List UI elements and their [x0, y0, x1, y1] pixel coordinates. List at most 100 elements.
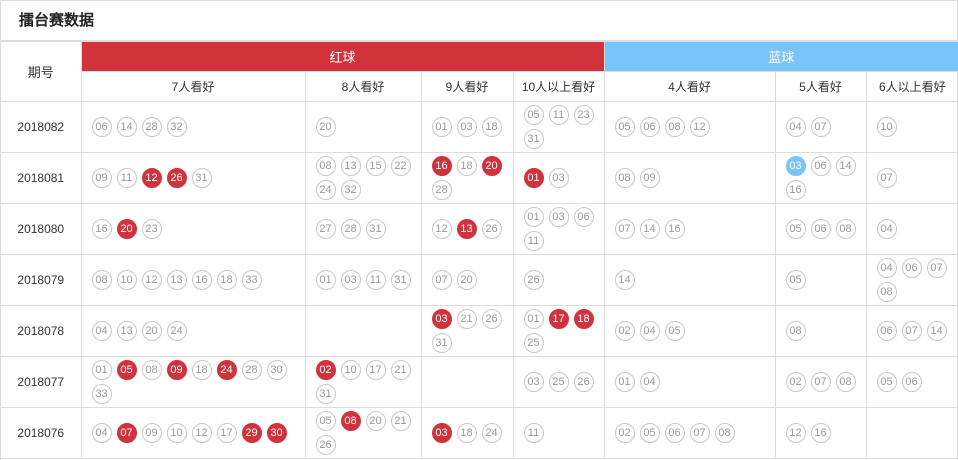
- red-ball: 04: [91, 423, 112, 443]
- blue-ball-cell: 02 04 05: [603, 305, 776, 357]
- red-ball: 12: [191, 423, 212, 443]
- red-ball-hit: 09: [166, 360, 187, 380]
- red-ball-hit: 16: [431, 156, 452, 176]
- red-ball: 26: [481, 219, 502, 239]
- red-ball-hit: 03: [431, 423, 452, 443]
- red-ball-hit: 24: [216, 360, 237, 380]
- red-ball-cell: 03 21 26 31: [420, 305, 514, 357]
- blue-ball: 06: [810, 219, 831, 239]
- blue-ball: 10: [876, 117, 897, 137]
- red-ball: 27: [315, 219, 336, 239]
- red-ball-hit: 07: [116, 423, 137, 443]
- period-cell: 2018082: [1, 101, 82, 153]
- red-ball-hit: 01: [523, 168, 544, 188]
- blue-ball: 06: [901, 258, 922, 278]
- red-ball: 33: [241, 270, 262, 290]
- red-ball: 26: [315, 435, 336, 455]
- blue-ball: 12: [785, 423, 806, 443]
- blue-ball-cell: 07: [865, 152, 958, 204]
- blue-ball: 07: [901, 321, 922, 341]
- blue-ball: 16: [785, 180, 806, 200]
- red-ball-header: 红球: [80, 41, 605, 72]
- red-ball: 14: [116, 117, 137, 137]
- red-ball-hit: 12: [141, 168, 162, 188]
- blue-col-5: 5人看好: [774, 71, 867, 102]
- red-ball-hit: 17: [548, 309, 569, 329]
- red-ball: 03: [456, 117, 477, 137]
- blue-ball: 04: [876, 219, 897, 239]
- blue-ball: 06: [810, 156, 831, 176]
- blue-ball-cell: 10: [865, 101, 958, 153]
- red-col-8: 8人看好: [304, 71, 422, 102]
- blue-ball: 05: [614, 117, 635, 137]
- red-ball-cell: 05 08 20 21 26: [304, 407, 422, 459]
- red-ball: 21: [390, 360, 411, 380]
- red-ball-cell: 07 20: [420, 254, 514, 306]
- red-ball: 11: [116, 168, 137, 188]
- blue-ball-cell: 06 07 14: [865, 305, 958, 357]
- blue-ball: 14: [614, 270, 635, 290]
- red-ball-cell: 04 07 09 10 12 17 29 30: [80, 407, 306, 459]
- red-col-9: 9人看好: [420, 71, 514, 102]
- table-body: 2018082 06 14 28 32 20 01 03 18 05 11 2331 05 06 08 12 0…: [1, 101, 958, 459]
- blue-ball: 07: [689, 423, 710, 443]
- red-ball: 30: [266, 360, 287, 380]
- red-ball: 01: [91, 360, 112, 380]
- red-ball: 16: [191, 270, 212, 290]
- red-ball-cell: 08 10 12 13 16 18 33: [80, 254, 306, 306]
- red-ball-cell: 16 18 20 28: [420, 152, 514, 204]
- red-ball: 28: [241, 360, 262, 380]
- red-ball-cell: 03 25 26: [512, 356, 605, 408]
- red-ball: 31: [523, 129, 544, 149]
- red-ball: 08: [141, 360, 162, 380]
- blue-ball-cell: [865, 407, 958, 459]
- table-row: 2018077 01 05 08 09 18 24 28 3033 02 10 17 2131 03 25 2…: [1, 356, 958, 408]
- blue-ball: 14: [835, 156, 856, 176]
- blue-ball: 14: [926, 321, 947, 341]
- blue-ball: 05: [876, 372, 897, 392]
- blue-ball: 14: [639, 219, 660, 239]
- red-ball: 12: [431, 219, 452, 239]
- red-ball: 28: [141, 117, 162, 137]
- red-ball-cell: [420, 356, 514, 408]
- red-ball: 07: [431, 270, 452, 290]
- blue-ball: 04: [639, 321, 660, 341]
- red-ball: 04: [91, 321, 112, 341]
- red-ball: 12: [141, 270, 162, 290]
- red-ball-hit: 03: [431, 309, 452, 329]
- blue-ball-header: 蓝球: [603, 41, 958, 72]
- red-ball: 08: [315, 156, 336, 176]
- blue-ball: 08: [876, 282, 897, 302]
- red-ball: 24: [481, 423, 502, 443]
- blue-col-6plus: 6人以上看好: [865, 71, 958, 102]
- blue-ball-cell: 12 16: [774, 407, 867, 459]
- blue-ball: 06: [664, 423, 685, 443]
- blue-ball: 02: [614, 423, 635, 443]
- red-ball-cell: 27 28 31: [304, 203, 422, 255]
- red-ball-hit: 02: [315, 360, 336, 380]
- red-ball: 24: [166, 321, 187, 341]
- blue-ball: 08: [785, 321, 806, 341]
- red-ball: 01: [523, 309, 544, 329]
- red-ball: 25: [523, 333, 544, 353]
- red-ball: 01: [315, 270, 336, 290]
- blue-ball-cell: 14: [603, 254, 776, 306]
- blue-ball: 04: [876, 258, 897, 278]
- red-ball-cell: 01 03 11 31: [304, 254, 422, 306]
- red-ball-cell: 01 03 06 11: [512, 203, 605, 255]
- blue-ball-cell: 01 04: [603, 356, 776, 408]
- blue-ball-cell: 04: [865, 203, 958, 255]
- red-ball-cell: 04 13 20 24: [80, 305, 306, 357]
- red-ball: 17: [216, 423, 237, 443]
- red-ball: 11: [523, 423, 544, 443]
- red-ball-hit: 08: [340, 411, 361, 431]
- red-ball-cell: 01 17 18 25: [512, 305, 605, 357]
- blue-ball: 09: [639, 168, 660, 188]
- red-ball: 03: [548, 168, 569, 188]
- blue-ball-cell: 07 14 16: [603, 203, 776, 255]
- red-ball: 26: [573, 372, 594, 392]
- period-cell: 2018079: [1, 254, 82, 306]
- blue-col-4: 4人看好: [603, 71, 776, 102]
- red-ball: 13: [116, 321, 137, 341]
- blue-ball: 02: [785, 372, 806, 392]
